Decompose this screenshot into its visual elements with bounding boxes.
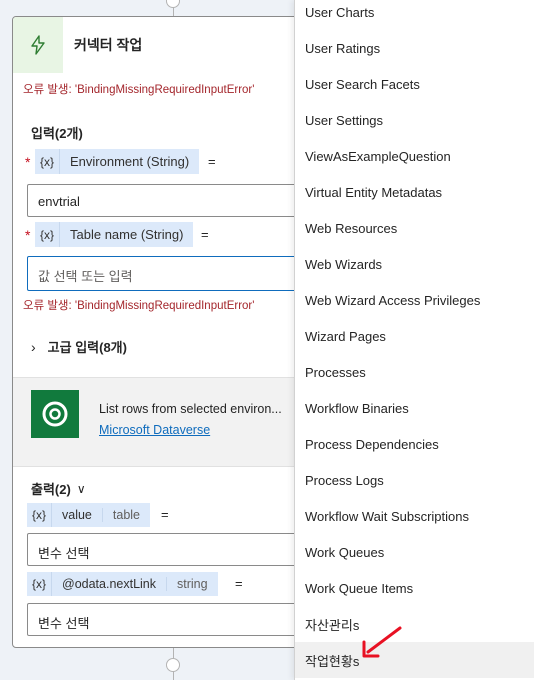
error-message: 오류 발생: 'BindingMissingRequiredInputError… — [23, 84, 255, 96]
variable-icon: {x} — [27, 572, 52, 596]
advanced-inputs-toggle[interactable]: › 고급 입력(8개) — [31, 337, 127, 356]
dropdown-item[interactable]: ViewAsExampleQuestion — [295, 138, 534, 174]
dropdown-item[interactable]: User Ratings — [295, 30, 534, 66]
card-title: 커넥터 작업 — [74, 37, 143, 53]
connector-description: List rows from selected environ... — [99, 402, 282, 416]
variable-icon: {x} — [27, 503, 52, 527]
connector-link[interactable]: Microsoft Dataverse — [99, 423, 210, 437]
add-step-node[interactable] — [166, 658, 180, 672]
inputs-title: 입력(2개) — [31, 126, 83, 141]
dropdown-item[interactable]: User Settings — [295, 102, 534, 138]
connector-info: List rows from selected environ... Micro… — [13, 377, 311, 467]
dropdown-item-highlighted[interactable]: 작업현황s — [295, 642, 534, 678]
chevron-right-icon: › — [31, 338, 36, 355]
output-value-field[interactable]: 변수 선택 — [27, 533, 311, 566]
dropdown-item[interactable]: Process Dependencies — [295, 426, 534, 462]
dropdown-item[interactable]: Virtual Entity Metadatas — [295, 174, 534, 210]
table-name-dropdown[interactable]: User Charts User Ratings User Search Fac… — [294, 0, 534, 680]
dropdown-item[interactable]: Process Logs — [295, 462, 534, 498]
variable-icon: {x} — [35, 222, 60, 247]
connector-action-card[interactable]: 커넥터 작업 오류 발생: 'BindingMissingRequiredInp… — [12, 16, 312, 648]
table-name-field[interactable]: 값 선택 또는 입력 — [27, 256, 311, 291]
equals-sign: = — [201, 227, 209, 242]
dropdown-item[interactable]: Web Wizards — [295, 246, 534, 282]
chevron-down-icon: ∨ — [76, 481, 86, 496]
input-table-name-label: {x} Table name (String) — [35, 222, 194, 247]
card-header[interactable]: 커넥터 작업 — [13, 17, 311, 73]
dropdown-item[interactable]: Processes — [295, 354, 534, 390]
dropdown-item[interactable]: Workflow Wait Subscriptions — [295, 498, 534, 534]
dropdown-item[interactable]: Work Queues — [295, 534, 534, 570]
output-nextlink-label: {x} @odata.nextLink string — [27, 572, 218, 596]
equals-sign: = — [235, 576, 243, 591]
dropdown-item[interactable]: Web Resources — [295, 210, 534, 246]
dropdown-item[interactable]: 자산관리s — [295, 606, 534, 642]
dropdown-item[interactable]: User Charts — [295, 0, 534, 30]
required-mark: * — [25, 154, 31, 170]
dropdown-item[interactable]: User Search Facets — [295, 66, 534, 102]
dropdown-item[interactable]: Wizard Pages — [295, 318, 534, 354]
output-nextlink-field[interactable]: 변수 선택 — [27, 603, 311, 636]
bolt-icon — [13, 17, 63, 73]
equals-sign: = — [208, 154, 216, 169]
input-environment-label: {x} Environment (String) — [35, 149, 200, 174]
output-value-label: {x} value table — [27, 503, 150, 527]
equals-sign: = — [161, 507, 169, 522]
variable-icon: {x} — [35, 149, 60, 174]
red-arrow-icon — [362, 626, 402, 658]
required-mark: * — [25, 227, 31, 243]
environment-field[interactable]: envtrial — [27, 184, 311, 217]
dropdown-item[interactable]: Workflow Binaries — [295, 390, 534, 426]
dropdown-item[interactable]: Web Wizard Access Privileges — [295, 282, 534, 318]
dropdown-item[interactable]: Work Queue Items — [295, 570, 534, 606]
error-message: 오류 발생: 'BindingMissingRequiredInputError… — [23, 300, 255, 312]
dataverse-icon — [31, 390, 79, 438]
outputs-toggle[interactable]: 출력(2) ∨ — [31, 479, 86, 498]
flow-node-top[interactable] — [166, 0, 180, 8]
